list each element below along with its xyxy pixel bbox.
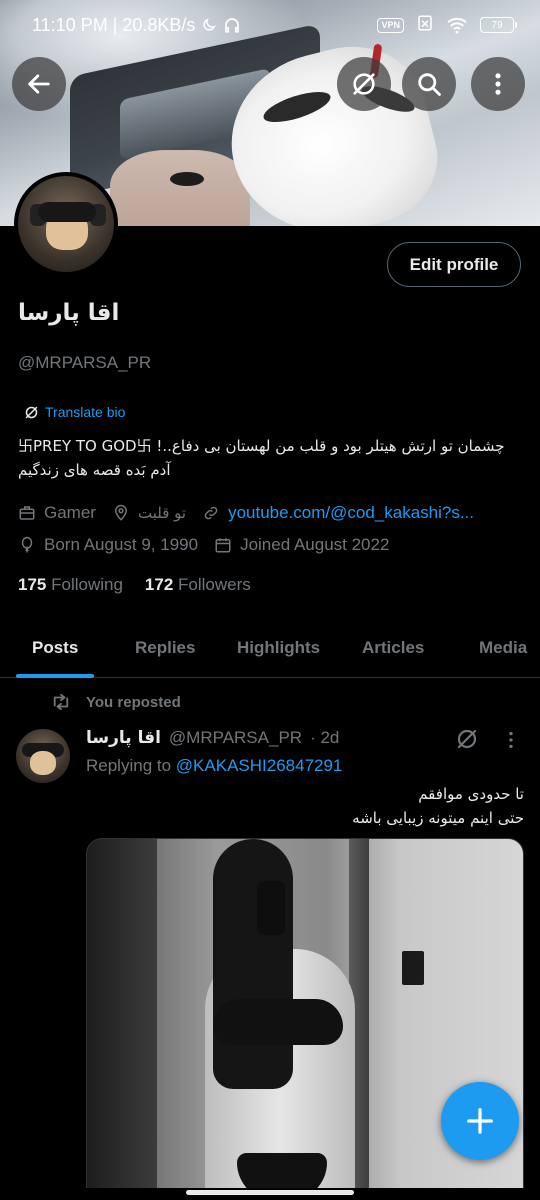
translate-profile-button[interactable]: [337, 57, 391, 111]
post-translate-button[interactable]: [455, 727, 479, 756]
media-art: [257, 881, 285, 935]
avatar-art: [30, 751, 56, 775]
replying-prefix: Replying to: [86, 756, 172, 775]
post-author-name[interactable]: اقا پارسا: [86, 728, 161, 748]
replying-to: Replying to @KAKASHI26847291: [86, 756, 342, 776]
status-time: 11:10 PM | 20.8KB/s: [32, 14, 196, 35]
balloon-icon: [21, 536, 33, 553]
joined-label: Joined August 2022: [240, 535, 390, 554]
post-time: · 2d: [310, 728, 340, 747]
post-avatar[interactable]: [16, 729, 70, 783]
translate-bio-link[interactable]: Translate bio: [24, 404, 125, 420]
calendar-icon: [215, 538, 231, 553]
more-vertical-icon: [509, 731, 513, 749]
home-indicator[interactable]: [186, 1190, 354, 1195]
profile-handle: @MRPARSA_PR: [18, 353, 152, 372]
back-arrow-icon: [28, 74, 50, 94]
translate-bio-label: Translate bio: [45, 404, 126, 420]
status-left: 11:10 PM | 20.8KB/s: [32, 15, 241, 36]
post-author-handle[interactable]: @MRPARSA_PR: [169, 728, 302, 748]
profile-meta-row: Gamer تو قلبت youtube.com/@cod_kakashi?s…: [18, 503, 490, 523]
battery-indicator: 79: [480, 17, 517, 33]
translate-icon: [25, 406, 38, 418]
profile-dates-row: Born August 9, 1990 Joined August 2022: [18, 535, 405, 555]
website-link[interactable]: youtube.com/@cod_kakashi?s...: [228, 503, 474, 523]
back-button[interactable]: [12, 57, 66, 111]
plus-icon: [467, 1108, 493, 1134]
briefcase-icon: [19, 506, 35, 520]
bio-line: آدم بَده قصه های زندگیم: [18, 461, 171, 479]
media-art: [213, 999, 343, 1045]
headphones-icon: [225, 18, 240, 33]
repost-indicator: You reposted: [50, 693, 181, 711]
post-text-line: حتی اینم میتونه زیبایی باشه: [352, 809, 524, 827]
profile-bio: چشمان تو ارتش هیتلر بود و قلب من لهستان …: [18, 434, 522, 482]
status-bar: 11:10 PM | 20.8KB/s VPN 79: [0, 0, 540, 50]
tab-replies[interactable]: Replies: [135, 638, 195, 658]
following-label: Following: [51, 575, 123, 594]
followers-count: 172: [144, 575, 174, 594]
tab-highlights[interactable]: Highlights: [237, 638, 320, 658]
profile-category: Gamer: [18, 503, 96, 523]
compose-fab[interactable]: [441, 1082, 519, 1160]
tab-media[interactable]: Media: [479, 638, 527, 658]
following-count: 175: [18, 575, 47, 594]
followers-label: Followers: [178, 575, 251, 594]
media-art: [87, 839, 157, 1199]
active-tab-indicator: [16, 674, 94, 678]
vpn-badge: VPN: [377, 17, 404, 33]
status-right: VPN 79: [377, 14, 517, 37]
tab-articles[interactable]: Articles: [362, 638, 424, 658]
media-art: [213, 839, 293, 1089]
replying-to-link[interactable]: @KAKASHI26847291: [176, 756, 343, 775]
profile-name: اقا پارسا: [18, 300, 120, 326]
repost-icon: [53, 693, 69, 711]
post-more-button[interactable]: [500, 729, 522, 756]
edit-profile-button[interactable]: Edit profile: [387, 242, 521, 287]
tab-posts[interactable]: Posts: [32, 638, 78, 658]
following-link[interactable]: 175 Following: [18, 575, 123, 595]
profile-tabs: Posts Replies Highlights Articles Media: [0, 620, 540, 678]
location-pin-icon: [114, 504, 127, 521]
media-art: [402, 951, 424, 985]
follow-stats: 175 Following 172 Followers: [18, 575, 251, 595]
category-label: Gamer: [44, 503, 96, 522]
more-button[interactable]: [471, 57, 525, 111]
more-vertical-icon: [495, 73, 501, 95]
no-sim-icon: [416, 14, 434, 37]
post-text: تا حدودی موافقم حتی اینم میتونه زیبایی ب…: [352, 782, 524, 830]
location-label: تو قلبت: [137, 504, 187, 522]
followers-link[interactable]: 172 Followers: [145, 575, 251, 595]
avatar-image: [18, 176, 114, 272]
profile-avatar[interactable]: [14, 172, 118, 276]
system-nav-bar: [0, 1188, 540, 1200]
search-button[interactable]: [402, 57, 456, 111]
moon-icon: [203, 18, 217, 31]
post-header: اقا پارسا @MRPARSA_PR · 2d: [86, 728, 339, 748]
banner-art: [110, 150, 250, 226]
translate-icon: [353, 73, 375, 95]
profile-birthday: Born August 9, 1990: [18, 535, 198, 555]
bio-line: چشمان تو ارتش هیتلر بود و قلب من لهستان …: [18, 437, 505, 455]
search-icon: [418, 73, 441, 96]
link-icon: [204, 506, 218, 520]
profile-joined: Joined August 2022: [214, 535, 389, 555]
reposted-label: You reposted: [86, 693, 181, 711]
wifi-icon: [447, 17, 467, 34]
banner-art: [170, 172, 204, 186]
translate-icon: [457, 729, 477, 749]
post-text-line: تا حدودی موافقم: [418, 785, 524, 803]
birthday-label: Born August 9, 1990: [44, 535, 199, 554]
profile-website[interactable]: youtube.com/@cod_kakashi?s...: [202, 503, 474, 523]
profile-location: تو قلبت: [112, 504, 186, 522]
avatar-art: [38, 202, 96, 222]
